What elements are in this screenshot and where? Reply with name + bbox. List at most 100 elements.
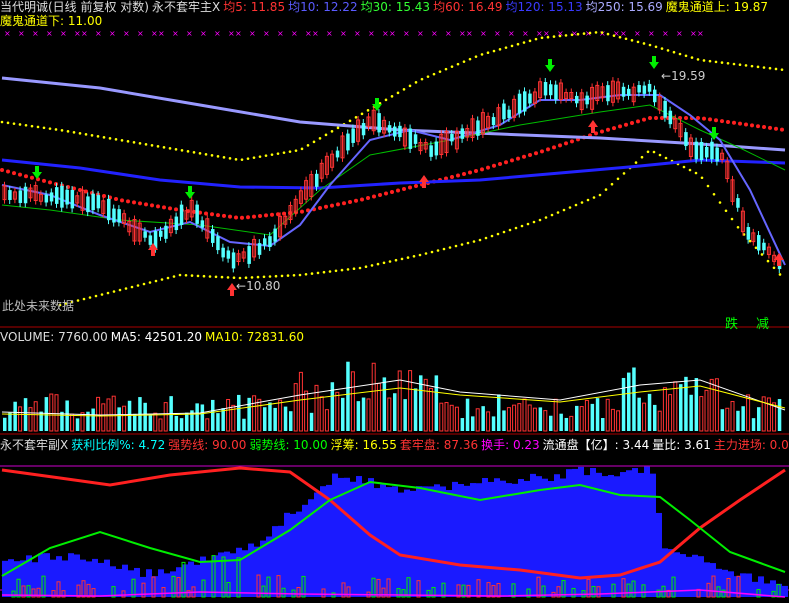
x-marker: × — [151, 29, 158, 38]
volume-bar-down — [273, 407, 277, 431]
channel-lower-dot — [76, 299, 80, 302]
ma60-dot — [648, 116, 652, 120]
ma60-dotted-line — [0, 116, 784, 220]
profit-bar — [428, 486, 434, 597]
channel-upper-dot — [468, 57, 472, 61]
candle-down — [49, 192, 54, 202]
channel-lower-dot — [214, 275, 218, 279]
channel-upper-dot — [264, 154, 268, 157]
volume-bar-up — [54, 394, 59, 432]
volume-bar-down — [91, 408, 95, 431]
candle-down — [159, 230, 163, 237]
volume-bar-up — [662, 387, 667, 432]
x-marker: × — [277, 29, 284, 38]
channel-lower-dot — [310, 272, 314, 275]
candle-down — [346, 133, 350, 151]
channel-upper-dot — [204, 153, 208, 156]
volume-bar-up — [298, 371, 303, 432]
profit-bar — [782, 585, 788, 597]
channel-upper-dot — [390, 95, 394, 98]
channel-upper-value: 魔鬼通道上: 19.87 — [665, 0, 769, 14]
ma60-dot — [120, 198, 124, 203]
channel-upper-dot — [126, 140, 130, 143]
candle-down — [434, 141, 439, 156]
channel-lower-dot — [316, 271, 320, 275]
channel-upper-dot — [450, 65, 454, 68]
ma60-dot — [360, 197, 364, 202]
candle-down — [450, 134, 454, 142]
volume-bar-down — [346, 361, 350, 431]
ma60-dot — [168, 206, 172, 211]
profit-bar — [656, 512, 662, 597]
ma60-dot — [24, 174, 28, 179]
float-cap-value: 流通盘【亿】: 3.44 — [542, 438, 650, 452]
candle-down — [257, 243, 262, 255]
candle-down — [315, 173, 319, 187]
volume-bar-down — [689, 394, 693, 431]
channel-upper-dot — [600, 31, 604, 34]
channel-lower-dot — [556, 211, 560, 214]
channel-lower-dot — [418, 253, 422, 257]
candle-down — [757, 235, 761, 251]
stock-chart-canvas[interactable]: × × × × × × × × × × × × × × × × × × × × × × × × × × × × × × × × × × × × × × × ×… — [0, 0, 789, 603]
volume-bar-up — [423, 378, 428, 432]
channel-lower-dot — [514, 226, 518, 230]
channel-upper-dot — [744, 64, 748, 67]
ma60-dot — [654, 116, 658, 120]
volume-bar-up — [428, 387, 433, 432]
channel-upper-dot — [288, 150, 292, 153]
ma60-dot — [738, 121, 742, 126]
channel-upper-dot — [336, 126, 340, 130]
candle-down — [164, 225, 168, 239]
stock-title[interactable]: 当代明诚(日线 前复权 对数) — [0, 0, 149, 14]
candle-down — [216, 236, 220, 251]
volume-ma5: MA5: 42501.20 — [110, 330, 203, 344]
no-future-data-label: 此处未来数据 — [2, 299, 75, 313]
channel-upper-dot — [456, 62, 460, 66]
ma60-dot — [246, 215, 250, 220]
ma60-dot — [522, 154, 526, 159]
x-marker: × — [172, 29, 179, 38]
channel-upper-dot — [654, 45, 658, 49]
channel-lower-dot — [406, 256, 410, 259]
ma60-dot — [552, 145, 556, 150]
main-header-line2: 魔鬼通道下: 11.00 — [0, 14, 105, 29]
volume-bar-down — [757, 407, 761, 431]
ma60-dot — [0, 168, 4, 172]
profit-bar — [344, 477, 350, 597]
channel-lower-dot — [652, 150, 656, 154]
volume-bar-up — [616, 410, 621, 432]
ma60-dot — [114, 197, 118, 201]
sub-indicator-name[interactable]: 永不套牢副X — [0, 438, 68, 452]
channel-upper-dot — [414, 81, 418, 84]
ma60-dot — [744, 122, 748, 127]
volume-bar-up — [408, 370, 413, 432]
profit-bar — [758, 576, 764, 597]
volume-bar-up — [18, 406, 23, 432]
x-marker: × — [340, 29, 347, 38]
channel-upper-dot — [780, 68, 784, 71]
x-marker: × — [354, 29, 361, 38]
profit-bar — [68, 553, 74, 597]
indicator-name[interactable]: 永不套牢主X — [152, 0, 220, 14]
ma60-dot — [564, 141, 568, 146]
volume-bar-up — [584, 399, 589, 432]
channel-lower-dot — [274, 274, 278, 278]
volume-bar-up — [205, 418, 210, 432]
channel-lower-dot — [478, 238, 482, 242]
volume-bar-down — [283, 406, 288, 431]
ma60-dot — [774, 126, 778, 131]
volume-bar-up — [579, 406, 584, 432]
candle-down — [148, 235, 153, 245]
ma60-dot — [474, 169, 478, 173]
profit-bar — [356, 476, 362, 597]
ma60-dot — [324, 204, 328, 209]
volume-bar-down — [559, 413, 563, 431]
channel-lower-dot — [604, 188, 608, 191]
channel-upper-dot — [432, 72, 436, 76]
volume-bar-up — [366, 398, 371, 432]
channel-upper-dot — [30, 124, 34, 128]
profit-bar — [632, 468, 638, 597]
candle-down — [647, 83, 652, 92]
profit-bar — [482, 477, 488, 597]
